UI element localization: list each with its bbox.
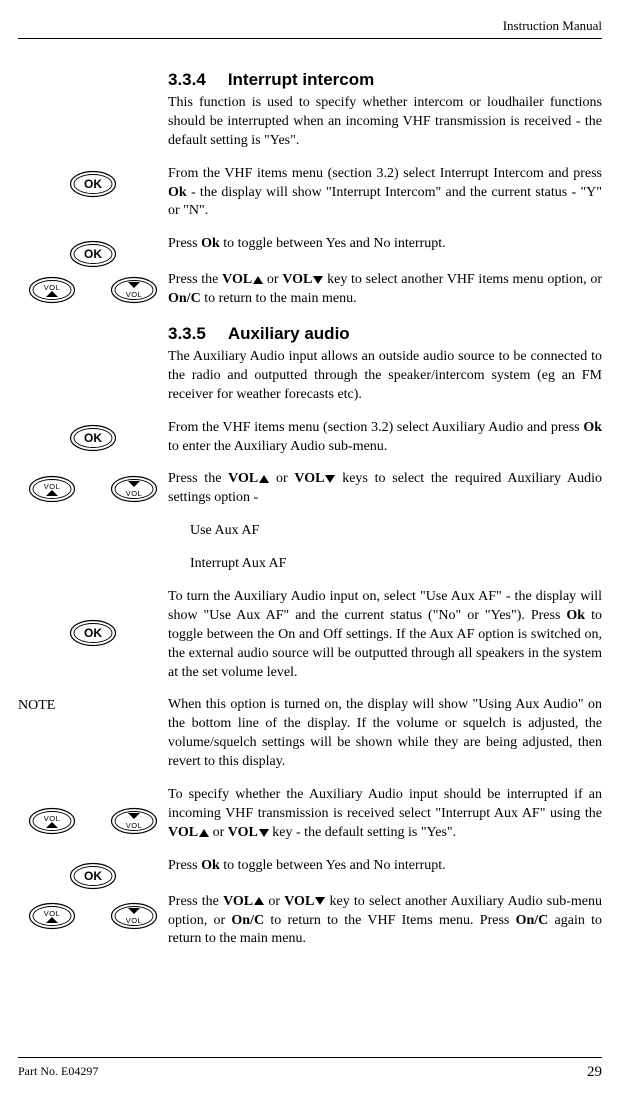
vol-down-button-icon bbox=[110, 276, 158, 304]
paragraph: This function is used to specify whether… bbox=[168, 94, 602, 151]
paragraph: Press Ok to toggle between Yes and No in… bbox=[168, 235, 602, 254]
option-item: Interrupt Aux AF bbox=[168, 555, 602, 574]
triangle-up-icon bbox=[259, 475, 269, 483]
vol-down-button-icon bbox=[110, 807, 158, 835]
triangle-up-icon bbox=[254, 897, 264, 905]
triangle-down-icon bbox=[259, 829, 269, 837]
ok-button-icon bbox=[69, 619, 117, 647]
triangle-down-icon bbox=[325, 475, 335, 483]
section-number: 3.3.4 bbox=[168, 69, 206, 92]
vol-up-button-icon bbox=[28, 807, 76, 835]
page-footer: Part No. E04297 29 bbox=[18, 1057, 602, 1081]
vol-up-button-icon bbox=[28, 475, 76, 503]
paragraph: To specify whether the Auxiliary Audio i… bbox=[168, 786, 602, 843]
ok-button-icon bbox=[69, 424, 117, 452]
part-number: Part No. E04297 bbox=[18, 1064, 98, 1081]
vol-down-button-icon bbox=[110, 475, 158, 503]
paragraph: Press the VOL or VOL key to select anoth… bbox=[168, 893, 602, 950]
paragraph: From the VHF items menu (section 3.2) se… bbox=[168, 419, 602, 457]
ok-button-icon bbox=[69, 240, 117, 268]
page-content: 3.3.4 Interrupt intercom This function is… bbox=[18, 69, 602, 963]
option-item: Use Aux AF bbox=[168, 522, 602, 541]
ok-button-icon bbox=[69, 862, 117, 890]
note-label: NOTE bbox=[18, 696, 168, 714]
triangle-down-icon bbox=[313, 276, 323, 284]
paragraph: To turn the Auxiliary Audio input on, se… bbox=[168, 588, 602, 682]
ok-button-icon bbox=[69, 170, 117, 198]
page-number: 29 bbox=[587, 1064, 602, 1081]
section-title: Interrupt intercom bbox=[228, 70, 374, 89]
page-header: Instruction Manual bbox=[18, 18, 602, 39]
vol-up-button-icon bbox=[28, 276, 76, 304]
note-paragraph: When this option is turned on, the displ… bbox=[168, 696, 602, 772]
triangle-up-icon bbox=[199, 829, 209, 837]
section-heading-335: 3.3.5 Auxiliary audio bbox=[168, 323, 602, 346]
vol-down-button-icon bbox=[110, 902, 158, 930]
section-heading-334: 3.3.4 Interrupt intercom bbox=[168, 69, 602, 92]
paragraph: Press the VOL or VOL key to select anoth… bbox=[168, 271, 602, 309]
vol-up-button-icon bbox=[28, 902, 76, 930]
section-number: 3.3.5 bbox=[168, 323, 206, 346]
paragraph: From the VHF items menu (section 3.2) se… bbox=[168, 165, 602, 222]
paragraph: Press the VOL or VOL keys to select the … bbox=[168, 470, 602, 508]
triangle-up-icon bbox=[253, 276, 263, 284]
paragraph: The Auxiliary Audio input allows an outs… bbox=[168, 348, 602, 405]
section-title: Auxiliary audio bbox=[228, 324, 350, 343]
triangle-down-icon bbox=[315, 897, 325, 905]
paragraph: Press Ok to toggle between Yes and No in… bbox=[168, 857, 602, 876]
